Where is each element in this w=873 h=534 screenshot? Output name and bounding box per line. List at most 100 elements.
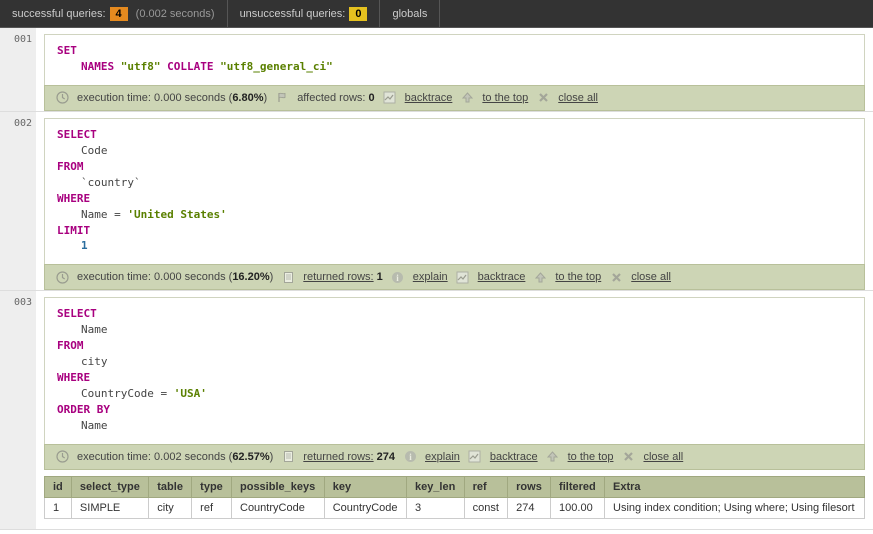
chart-icon: [456, 270, 470, 284]
flag-icon: [275, 91, 289, 105]
successful-label: successful queries:: [12, 8, 106, 20]
sql-token: CountryCode =: [81, 387, 174, 400]
returned-rows: returned rows: 274: [303, 451, 395, 463]
to-top-link[interactable]: to the top: [555, 271, 601, 283]
explain-cell: city: [149, 497, 192, 518]
explain-header: key_len: [406, 476, 464, 497]
sql-token: FROM: [57, 160, 84, 173]
explain-header: type: [192, 476, 232, 497]
close-icon: [536, 91, 550, 105]
explain-cell: CountryCode: [324, 497, 406, 518]
sql-token: 1: [81, 239, 88, 252]
sql-token: FROM: [57, 339, 84, 352]
close-all-link[interactable]: close all: [631, 271, 671, 283]
table-row: 1SIMPLEcityrefCountryCodeCountryCode3con…: [45, 497, 865, 518]
explain-cell: 1: [45, 497, 72, 518]
sql-token: city: [81, 355, 108, 368]
explain-table: idselect_typetabletypepossible_keyskeyke…: [44, 476, 865, 519]
close-all-link[interactable]: close all: [558, 92, 598, 104]
query-block: 002SELECTCodeFROM`country`WHEREName = 'U…: [0, 112, 873, 292]
explain-header: key: [324, 476, 406, 497]
close-icon: [621, 450, 635, 464]
arrow-up-icon: [546, 450, 560, 464]
sql-token: LIMIT: [57, 224, 90, 237]
arrow-up-icon: [533, 270, 547, 284]
explain-cell: 3: [406, 497, 464, 518]
document-icon: [281, 450, 295, 464]
sql-token: "utf8": [121, 60, 161, 73]
sql-token: WHERE: [57, 371, 90, 384]
explain-cell: const: [464, 497, 508, 518]
query-body: SELECTCodeFROM`country`WHEREName = 'Unit…: [36, 112, 873, 291]
clock-icon: [55, 91, 69, 105]
explain-header: table: [149, 476, 192, 497]
stat-bar: execution time: 0.002 seconds (62.57%) re…: [44, 444, 865, 470]
exec-time: execution time: 0.000 seconds (6.80%): [77, 92, 267, 104]
chart-icon: [383, 91, 397, 105]
explain-header: Extra: [605, 476, 865, 497]
explain-header: rows: [508, 476, 551, 497]
query-body: SET NAMES "utf8" COLLATE "utf8_general_ci…: [36, 28, 873, 111]
clock-icon: [55, 450, 69, 464]
explain-cell: 274: [508, 497, 551, 518]
explain-cell: CountryCode: [232, 497, 325, 518]
query-block: 003SELECTNameFROMcityWHERECountryCode = …: [0, 291, 873, 530]
explain-cell: 100.00: [551, 497, 605, 518]
sql-token: Name: [81, 323, 108, 336]
explain-header: id: [45, 476, 72, 497]
tab-unsuccessful[interactable]: unsuccessful queries: 0: [228, 0, 381, 27]
explain-link[interactable]: explain: [425, 451, 460, 463]
explain-link[interactable]: explain: [413, 271, 448, 283]
close-icon: [609, 270, 623, 284]
sql-token: NAMES: [81, 60, 114, 73]
unsuccessful-count-badge: 0: [349, 7, 367, 21]
close-all-link[interactable]: close all: [643, 451, 683, 463]
explain-header: ref: [464, 476, 508, 497]
stat-bar: execution time: 0.000 seconds (16.20%) re…: [44, 264, 865, 290]
sql-token: "utf8_general_ci": [220, 60, 333, 73]
sql-token: COLLATE: [167, 60, 213, 73]
query-number: 002: [0, 112, 36, 291]
sql-token: 'USA': [174, 387, 207, 400]
explain-cell: ref: [192, 497, 232, 518]
to-top-link[interactable]: to the top: [482, 92, 528, 104]
sql-token: Code: [81, 144, 108, 157]
info-icon: i: [403, 450, 417, 464]
sql-token: SELECT: [57, 307, 97, 320]
sql-token: SELECT: [57, 128, 97, 141]
info-icon: i: [391, 270, 405, 284]
sql-code: SELECT Name FROM city WHERE CountryCode = 'US…: [44, 297, 865, 444]
sql-token: Name: [81, 419, 108, 432]
exec-time: execution time: 0.002 seconds (62.57%): [77, 451, 273, 463]
affected-rows: affected rows: 0: [297, 92, 374, 104]
query-body: SELECT Name FROM city WHERE CountryCode = 'US…: [36, 291, 873, 529]
successful-count-badge: 4: [110, 7, 128, 21]
query-block: 001SETNAMES "utf8" COLLATE "utf8_general…: [0, 28, 873, 112]
to-top-link[interactable]: to the top: [568, 451, 614, 463]
sql-token: SET: [57, 44, 77, 57]
explain-header: possible_keys: [232, 476, 325, 497]
explain-header: filtered: [551, 476, 605, 497]
unsuccessful-label: unsuccessful queries:: [240, 8, 346, 20]
sql-token: `country`: [81, 176, 141, 189]
header-bar: successful queries: 4 (0.002 seconds) un…: [0, 0, 873, 28]
globals-label: globals: [392, 8, 427, 20]
sql-token: 'United States': [127, 208, 226, 221]
explain-cell: SIMPLE: [71, 497, 148, 518]
returned-rows: returned rows: 1: [303, 271, 383, 283]
backtrace-link[interactable]: backtrace: [490, 451, 538, 463]
document-icon: [281, 270, 295, 284]
backtrace-link[interactable]: backtrace: [405, 92, 453, 104]
arrow-up-icon: [460, 91, 474, 105]
successful-time: (0.002 seconds): [136, 8, 215, 20]
sql-code: SET NAMES "utf8" COLLATE "utf8_general_ci…: [44, 34, 865, 85]
sql-token: WHERE: [57, 192, 90, 205]
tab-globals[interactable]: globals: [380, 0, 440, 27]
clock-icon: [55, 270, 69, 284]
sql-code: SELECTCodeFROM`country`WHEREName = 'Unit…: [44, 118, 865, 265]
backtrace-link[interactable]: backtrace: [478, 271, 526, 283]
sql-token: ORDER BY: [57, 403, 110, 416]
exec-time: execution time: 0.000 seconds (16.20%): [77, 271, 273, 283]
explain-header: select_type: [71, 476, 148, 497]
tab-successful[interactable]: successful queries: 4 (0.002 seconds): [0, 0, 228, 27]
